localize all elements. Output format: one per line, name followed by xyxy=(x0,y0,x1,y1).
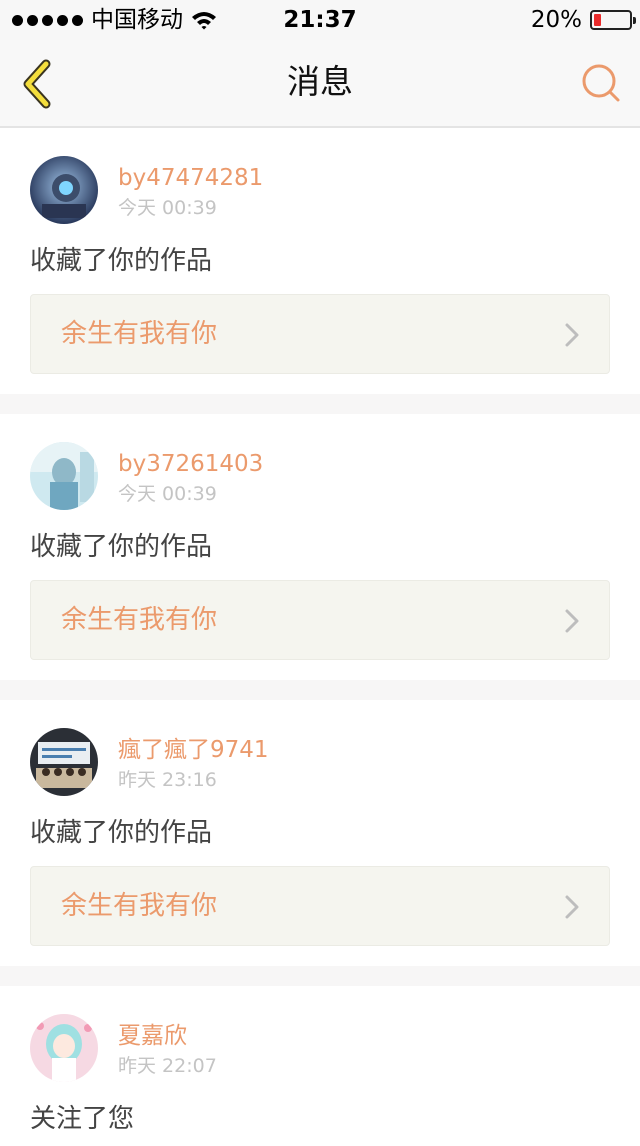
battery-icon xyxy=(590,10,636,30)
search-icon[interactable] xyxy=(580,62,622,104)
battery-level xyxy=(594,14,601,26)
timestamp: 今天 00:39 xyxy=(118,483,217,505)
timestamp: 昨天 22:07 xyxy=(118,1055,217,1077)
avatar[interactable] xyxy=(30,156,98,224)
user-name[interactable]: 夏嘉欣 xyxy=(118,1022,187,1050)
user-name[interactable]: by47474281 xyxy=(118,164,263,192)
work-title: 余生有我有你 xyxy=(61,605,218,635)
work-link[interactable]: 余生有我有你 xyxy=(30,294,610,374)
chevron-right-icon xyxy=(565,323,579,347)
work-title: 余生有我有你 xyxy=(61,891,218,921)
work-link[interactable]: 余生有我有你 xyxy=(30,866,610,946)
notification-card: 夏嘉欣 昨天 22:07 关注了您 xyxy=(0,986,640,1146)
notification-card: 瘋了瘋了9741 昨天 23:16 收藏了你的作品 余生有我有你 xyxy=(0,700,640,966)
timestamp: 今天 00:39 xyxy=(118,197,217,219)
user-name[interactable]: by37261403 xyxy=(118,450,263,478)
notification-list: by47474281 今天 00:39 收藏了你的作品 余生有我有你 by372… xyxy=(0,128,640,1146)
action-text: 收藏了你的作品 xyxy=(30,818,213,848)
chevron-right-icon xyxy=(565,895,579,919)
user-name[interactable]: 瘋了瘋了9741 xyxy=(118,736,269,764)
chevron-right-icon xyxy=(565,609,579,633)
work-link[interactable]: 余生有我有你 xyxy=(30,580,610,660)
notification-card: by47474281 今天 00:39 收藏了你的作品 余生有我有你 xyxy=(0,128,640,394)
nav-bar: 消息 xyxy=(0,40,640,128)
timestamp: 昨天 23:16 xyxy=(118,769,217,791)
status-right: 20% xyxy=(530,6,636,34)
avatar[interactable] xyxy=(30,728,98,796)
action-text: 收藏了你的作品 xyxy=(30,246,213,276)
notification-card: by37261403 今天 00:39 收藏了你的作品 余生有我有你 xyxy=(0,414,640,680)
action-text: 关注了您 xyxy=(30,1104,135,1134)
action-text: 收藏了你的作品 xyxy=(30,532,213,562)
avatar[interactable] xyxy=(30,1014,98,1082)
status-bar: 中国移动 21:37 20% xyxy=(0,0,640,40)
battery-percent: 20% xyxy=(530,7,582,33)
work-title: 余生有我有你 xyxy=(61,319,218,349)
page-title: 消息 xyxy=(287,62,353,101)
avatar[interactable] xyxy=(30,442,98,510)
